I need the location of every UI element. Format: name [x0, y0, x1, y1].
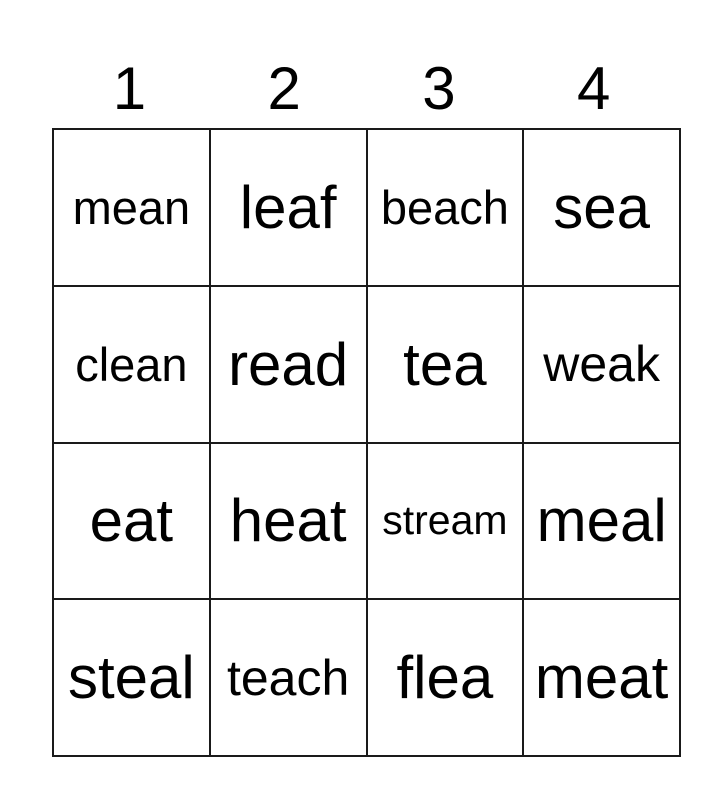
cell-word: clean — [75, 337, 188, 391]
bingo-row: eat heat stream meal — [52, 441, 681, 601]
bingo-cell[interactable]: weak — [522, 284, 681, 444]
bingo-cell[interactable]: clean — [52, 284, 211, 444]
bingo-cell[interactable]: steal — [52, 598, 211, 757]
column-number: 4 — [576, 55, 611, 122]
cell-word: tea — [403, 330, 487, 398]
bingo-cell[interactable]: heat — [208, 441, 368, 601]
column-number: 1 — [112, 55, 147, 122]
bingo-cell[interactable]: eat — [52, 441, 211, 601]
cell-word: eat — [89, 487, 174, 555]
bingo-cell[interactable]: sea — [522, 128, 681, 287]
bingo-cell[interactable]: stream — [365, 441, 525, 601]
cell-word: beach — [380, 180, 509, 234]
cell-word: stream — [382, 497, 508, 544]
bingo-cell[interactable]: meal — [522, 441, 681, 601]
cell-word: read — [228, 330, 349, 398]
bingo-row: clean read tea weak — [52, 284, 681, 444]
bingo-cell[interactable]: mean — [52, 128, 211, 287]
cell-word: mean — [72, 180, 191, 234]
bingo-cell[interactable]: flea — [365, 598, 525, 757]
bingo-card: mean leaf beach sea clean read tea weak eat heat s… — [52, 128, 681, 757]
cell-word: leaf — [239, 173, 337, 241]
cell-word: meal — [536, 487, 667, 555]
bingo-cell[interactable]: teach — [208, 598, 368, 757]
bingo-row: mean leaf beach sea — [52, 128, 681, 287]
bingo-cell[interactable]: leaf — [208, 128, 368, 287]
bingo-cell[interactable]: read — [208, 284, 368, 444]
cell-word: teach — [226, 649, 350, 706]
bingo-cell[interactable]: meat — [522, 598, 681, 757]
cell-word: meat — [534, 644, 669, 712]
cell-word: steal — [68, 644, 195, 712]
cell-word: flea — [396, 644, 494, 712]
bingo-cell[interactable]: tea — [365, 284, 525, 444]
column-header: 1 2 3 4 — [52, 50, 671, 128]
column-number: 3 — [422, 55, 456, 122]
cell-word: heat — [229, 487, 347, 555]
bingo-row: steal teach flea meat — [52, 598, 681, 757]
cell-word: sea — [553, 173, 650, 241]
cell-word: weak — [543, 336, 660, 393]
bingo-cell[interactable]: beach — [365, 128, 525, 287]
column-number: 2 — [267, 55, 301, 122]
